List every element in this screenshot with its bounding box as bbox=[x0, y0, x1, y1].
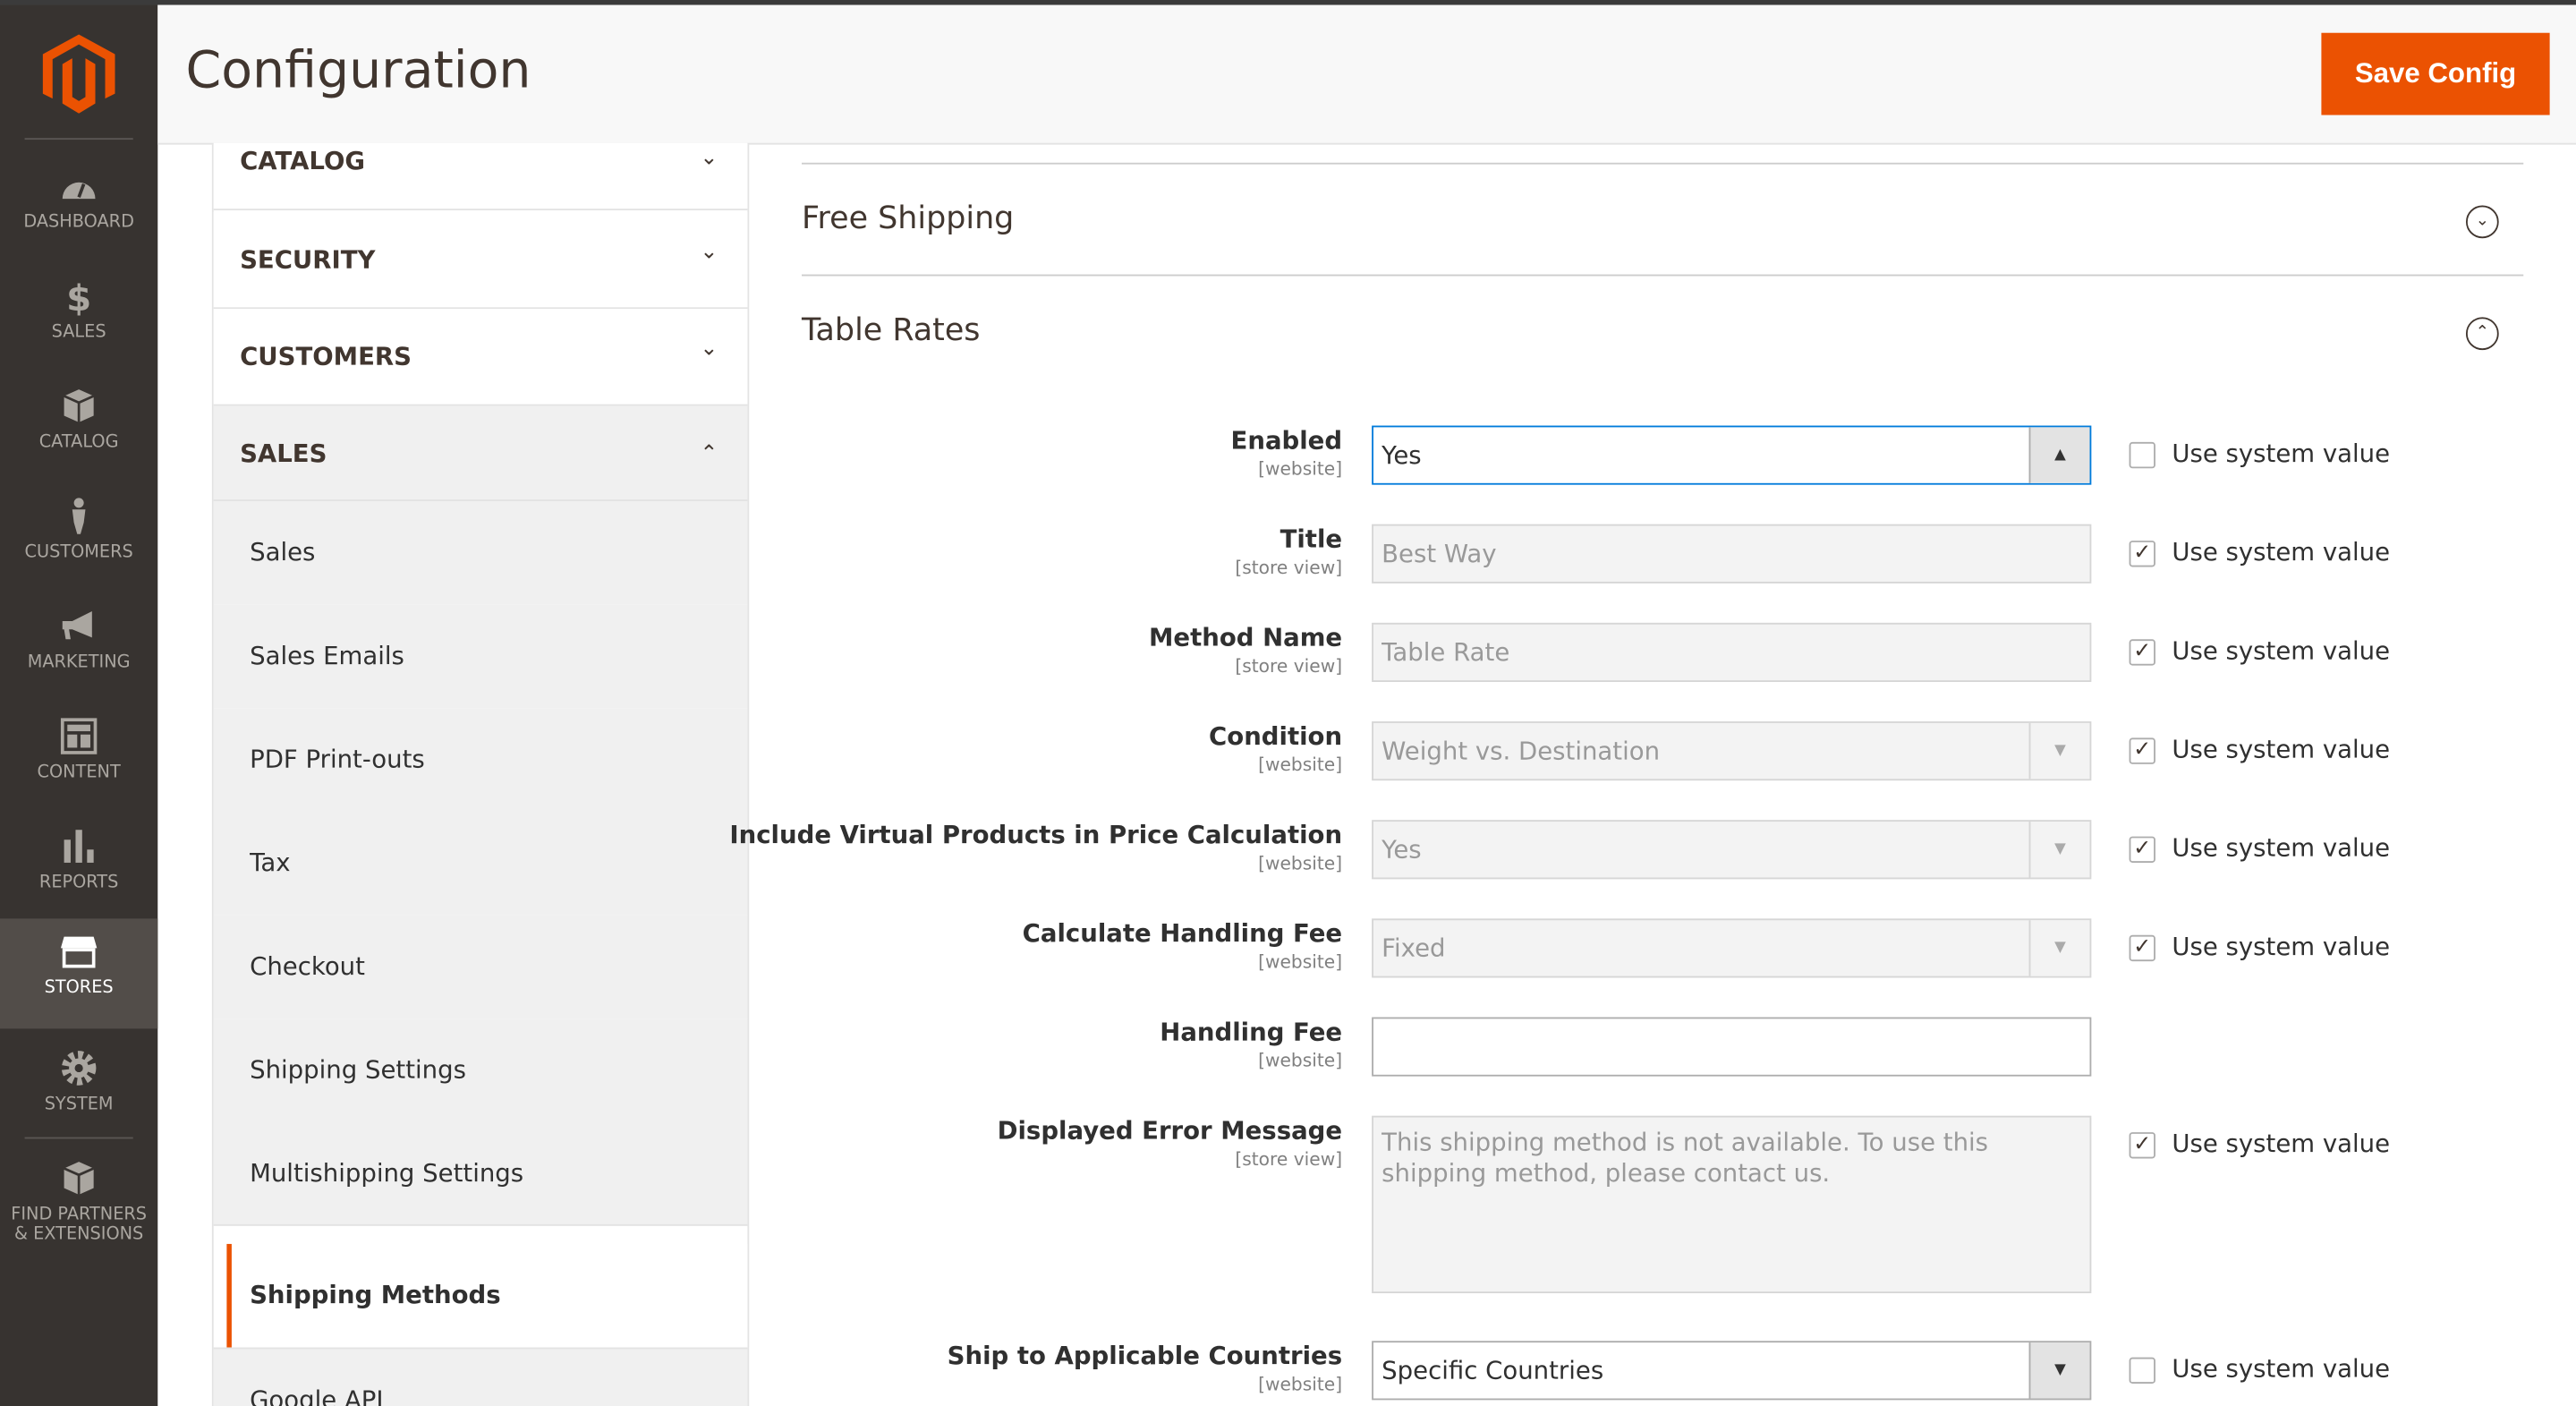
tab-sales[interactable]: SALES ⌃ bbox=[213, 405, 748, 502]
chevron-down-icon: ⌄ bbox=[700, 146, 718, 171]
section-free-shipping[interactable]: Free Shipping bbox=[802, 200, 1014, 236]
use-system-value-checkbox[interactable]: ✓ bbox=[2129, 737, 2155, 764]
sales-item-tax[interactable]: Tax bbox=[213, 812, 748, 916]
field-handling-fee: Handling Fee [website] bbox=[788, 1017, 2431, 1083]
condition-select[interactable]: Weight vs. Destination ▼ bbox=[1372, 721, 2092, 781]
sales-item-shipping-methods[interactable]: Shipping Methods bbox=[226, 1243, 748, 1348]
box-icon bbox=[64, 389, 95, 422]
caret-down-icon: ▼ bbox=[2028, 722, 2090, 780]
page-header: Configuration Save Config bbox=[157, 4, 2576, 145]
field-title: Title [store view] Best Way ✓ Use system v… bbox=[788, 524, 2431, 590]
page-title: Configuration bbox=[185, 40, 531, 101]
megaphone-icon bbox=[62, 611, 92, 640]
dollar-icon: $ bbox=[66, 277, 91, 316]
use-system-value-checkbox[interactable]: ✓ bbox=[2129, 934, 2155, 962]
use-system-value-checkbox[interactable]: ✓ bbox=[2129, 541, 2155, 567]
chevron-up-icon: ⌃ bbox=[700, 441, 718, 467]
nav-divider bbox=[24, 138, 133, 141]
handling-fee-input[interactable] bbox=[1372, 1017, 2092, 1077]
field-enabled: Enabled [website] Yes ▲ Use system value bbox=[788, 425, 2431, 491]
caret-up-icon: ▲ bbox=[2028, 427, 2090, 483]
sales-item-shipping-settings[interactable]: Shipping Settings bbox=[213, 1018, 748, 1123]
field-include-virtual: Include Virtual Products in Price Calcul… bbox=[729, 820, 2431, 885]
save-config-button[interactable]: Save Config bbox=[2321, 32, 2550, 115]
dashboard-icon bbox=[62, 182, 96, 200]
sales-item-checkout[interactable]: Checkout bbox=[213, 915, 748, 1019]
tab-customers[interactable]: CUSTOMERS ⌄ bbox=[213, 309, 748, 406]
sales-item-pdf-printouts[interactable]: PDF Print-outs bbox=[213, 708, 748, 813]
sales-item-google-api[interactable]: Google API bbox=[213, 1347, 748, 1406]
field-condition: Condition [website] Weight vs. Destinatio… bbox=[788, 721, 2431, 787]
sales-item-sales[interactable]: Sales bbox=[213, 501, 748, 605]
title-input[interactable]: Best Way bbox=[1372, 524, 2092, 584]
layout-icon bbox=[60, 718, 98, 754]
divider bbox=[802, 162, 2524, 165]
nav-sales[interactable]: $ SALES bbox=[0, 263, 157, 373]
use-system-value-checkbox[interactable] bbox=[2129, 1357, 2155, 1384]
divider bbox=[802, 274, 2524, 277]
chevron-down-icon: ⌄ bbox=[700, 337, 718, 362]
store-icon bbox=[60, 936, 98, 968]
nav-content[interactable]: CONTENT bbox=[0, 703, 157, 814]
caret-down-icon: ▼ bbox=[2028, 920, 2090, 976]
config-tabs: CATALOG ⌄ SECURITY ⌄ CUSTOMERS ⌄ SALES ⌃ Sal… bbox=[211, 142, 750, 1406]
field-calc-handling-fee: Calculate Handling Fee [website] Fixed ▼ ✓… bbox=[788, 918, 2431, 984]
person-icon bbox=[72, 498, 86, 534]
chevron-down-icon: ⌄ bbox=[700, 240, 718, 265]
gear-icon bbox=[61, 1051, 97, 1086]
calc-handling-fee-select[interactable]: Fixed ▼ bbox=[1372, 918, 2092, 978]
svg-text:$: $ bbox=[66, 277, 91, 316]
collapse-icon[interactable]: ⌃ bbox=[2465, 317, 2499, 351]
include-virtual-select[interactable]: Yes ▼ bbox=[1372, 820, 2092, 880]
caret-down-icon: ▼ bbox=[2028, 1342, 2090, 1399]
sales-item-multishipping[interactable]: Multishipping Settings bbox=[213, 1122, 748, 1226]
field-error-message: Displayed Error Message [store view] This… bbox=[788, 1115, 2431, 1297]
use-system-value-checkbox[interactable] bbox=[2129, 441, 2155, 469]
tab-catalog[interactable]: CATALOG ⌄ bbox=[213, 142, 748, 211]
use-system-value-checkbox[interactable]: ✓ bbox=[2129, 639, 2155, 666]
tab-security[interactable]: SECURITY ⌄ bbox=[213, 211, 748, 310]
extensions-icon bbox=[64, 1162, 95, 1195]
nav-stores[interactable]: STORES bbox=[0, 918, 158, 1029]
ship-countries-select[interactable]: Specific Countries ▼ bbox=[1372, 1341, 2092, 1401]
enabled-select[interactable]: Yes ▲ bbox=[1372, 425, 2092, 485]
use-system-value-checkbox[interactable]: ✓ bbox=[2129, 836, 2155, 863]
error-message-textarea[interactable]: This shipping method is not available. T… bbox=[1372, 1115, 2092, 1294]
bar-chart-icon bbox=[64, 830, 94, 863]
nav-catalog[interactable]: CATALOG bbox=[0, 373, 157, 483]
field-ship-countries: Ship to Applicable Countries [website] Sp… bbox=[788, 1341, 2431, 1406]
use-system-value-checkbox[interactable]: ✓ bbox=[2129, 1132, 2155, 1159]
nav-system[interactable]: SYSTEM bbox=[0, 1035, 157, 1146]
nav-reports[interactable]: REPORTS bbox=[0, 814, 157, 924]
admin-sidebar: DASHBOARD $ SALES CATALOG CUSTOMERS MARKE… bbox=[0, 4, 158, 1406]
nav-find-partners[interactable]: FIND PARTNERS & EXTENSIONS bbox=[0, 1146, 157, 1256]
field-method-name: Method Name [store view] Table Rate ✓ Use … bbox=[788, 622, 2431, 688]
section-table-rates[interactable]: Table Rates bbox=[802, 312, 980, 348]
method-name-input[interactable]: Table Rate bbox=[1372, 622, 2092, 682]
expand-icon[interactable]: ⌄ bbox=[2465, 205, 2499, 239]
sales-item-sales-emails[interactable]: Sales Emails bbox=[213, 604, 748, 709]
caret-down-icon: ▼ bbox=[2028, 822, 2090, 878]
magento-logo-icon[interactable] bbox=[42, 34, 115, 114]
nav-customers[interactable]: CUSTOMERS bbox=[0, 483, 157, 593]
nav-marketing[interactable]: MARKETING bbox=[0, 593, 157, 703]
nav-dashboard[interactable]: DASHBOARD bbox=[0, 153, 157, 263]
nav-divider bbox=[24, 1137, 133, 1139]
